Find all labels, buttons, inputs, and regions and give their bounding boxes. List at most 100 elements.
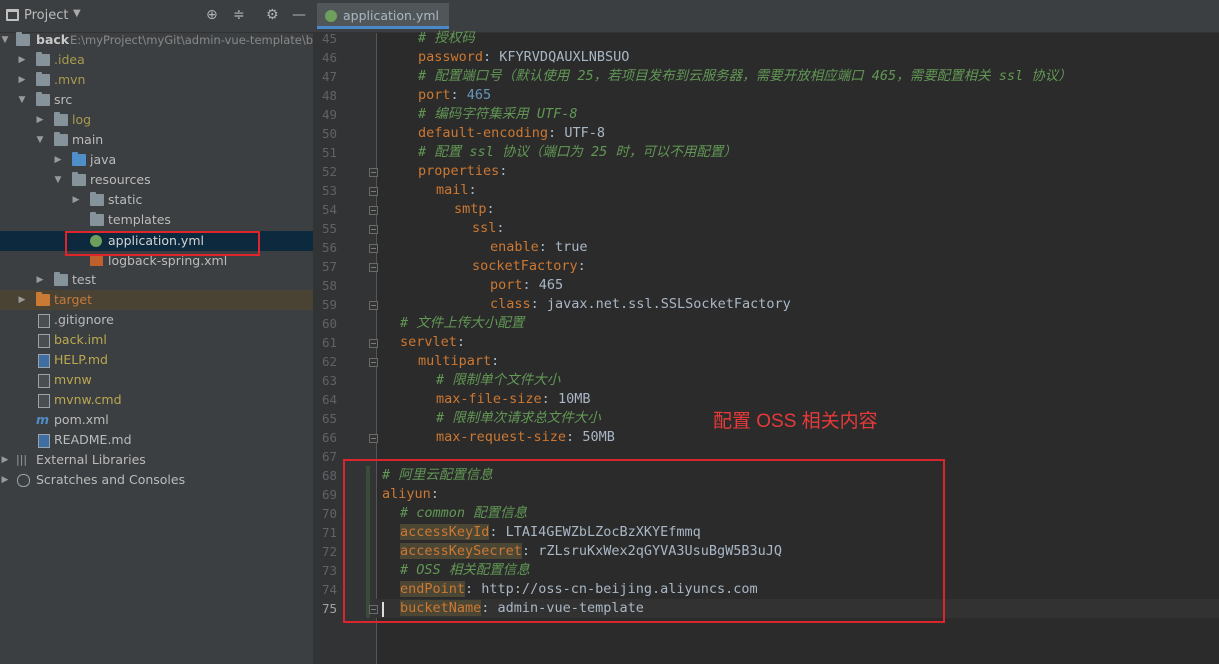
line-number: 69 <box>321 487 337 502</box>
code-line-57[interactable]: socketFactory: <box>472 257 586 276</box>
folder-icon <box>54 112 68 126</box>
tree-item-target[interactable]: ▶ target <box>0 290 313 310</box>
project-panel-title[interactable]: Project <box>24 8 68 23</box>
code-line-64[interactable]: max-file-size: 10MB <box>436 390 590 409</box>
code-line-63[interactable]: # 限制单个文件大小 <box>436 371 560 390</box>
tree-item-resources[interactable]: ▼ resources <box>0 170 313 190</box>
tree-item-scratches[interactable]: ▶ Scratches and Consoles <box>0 470 313 490</box>
code-line-47[interactable]: # 配置端口号（默认使用 25，若项目发布到云服务器，需要开放相应端口 465，… <box>418 67 1072 86</box>
code-line-50[interactable]: default-encoding: UTF-8 <box>418 124 605 143</box>
fold-marker[interactable] <box>369 206 378 215</box>
tab-label: application.yml <box>343 8 439 23</box>
chevron-down-icon[interactable]: ▼ <box>35 130 45 150</box>
gear-icon[interactable]: ⚙ <box>266 7 279 23</box>
line-number: 48 <box>321 88 337 103</box>
tree-item-label: log <box>72 112 92 127</box>
code-line-49[interactable]: # 编码字符集采用 UTF-8 <box>418 105 578 124</box>
code-line-59[interactable]: class: javax.net.ssl.SSLSocketFactory <box>490 295 791 314</box>
chevron-right-icon[interactable]: ▶ <box>0 470 10 490</box>
chevron-right-icon[interactable]: ▶ <box>71 190 81 210</box>
code-line-45[interactable]: # 授权码 <box>418 29 475 48</box>
line-number: 72 <box>321 544 337 559</box>
chevron-right-icon[interactable]: ▶ <box>17 70 27 90</box>
fold-marker[interactable] <box>369 225 378 234</box>
code-line-61[interactable]: servlet: <box>400 333 465 352</box>
tree-item-mvn[interactable]: ▶ .mvn <box>0 70 313 90</box>
line-number: 58 <box>321 278 337 293</box>
tree-item-src[interactable]: ▼ src <box>0 90 313 110</box>
tree-item-help-md[interactable]: HELP.md <box>0 350 313 370</box>
fold-marker[interactable] <box>369 263 378 272</box>
code-line-62[interactable]: multipart: <box>418 352 499 371</box>
fold-marker[interactable] <box>369 301 378 310</box>
tree-item-static[interactable]: ▶ static <box>0 190 313 210</box>
tree-item-label: back <box>36 32 70 47</box>
tree-item-java[interactable]: ▶ java <box>0 150 313 170</box>
code-line-56[interactable]: enable: true <box>490 238 588 257</box>
tab-application-yml[interactable]: application.yml <box>317 3 449 29</box>
fold-marker[interactable] <box>369 168 378 177</box>
fold-marker[interactable] <box>369 187 378 196</box>
yaml-value: 465 <box>538 277 564 293</box>
line-number: 63 <box>321 373 337 388</box>
code-line-48[interactable]: port: 465 <box>418 86 491 105</box>
tree-item-log[interactable]: ▶ log <box>0 110 313 130</box>
crosshair-icon[interactable]: ⊕ <box>206 7 218 23</box>
tree-item-main[interactable]: ▼ main <box>0 130 313 150</box>
xml-file-icon <box>90 255 103 266</box>
yaml-key: properties <box>418 163 500 179</box>
chevron-right-icon[interactable]: ▶ <box>0 450 10 470</box>
code-line-65[interactable]: # 限制单次请求总文件大小 <box>436 409 601 428</box>
chevron-right-icon[interactable]: ▶ <box>35 270 45 290</box>
code-line-46[interactable]: password: KFYRVDQAUXLNBSUO <box>418 48 629 67</box>
tree-item-label: templates <box>108 212 171 227</box>
tree-item-templates[interactable]: templates <box>0 210 313 230</box>
line-number: 59 <box>321 297 337 312</box>
code-line-53[interactable]: mail: <box>436 181 477 200</box>
tree-item-gitignore[interactable]: .gitignore <box>0 310 313 330</box>
chevron-down-icon[interactable]: ▼ <box>53 170 63 190</box>
tree-item-mvnw-cmd[interactable]: mvnw.cmd <box>0 390 313 410</box>
yaml-value: 50MB <box>582 429 615 445</box>
chevron-right-icon[interactable]: ▶ <box>35 110 45 130</box>
chevron-down-icon[interactable]: ▼ <box>17 90 27 110</box>
tree-item-readme-md[interactable]: README.md <box>0 430 313 450</box>
tree-item-mvnw[interactable]: mvnw <box>0 370 313 390</box>
chevron-down-icon[interactable]: ▼ <box>73 8 81 19</box>
yaml-value: 10MB <box>557 391 591 407</box>
chevron-down-icon[interactable]: ▼ <box>0 30 10 50</box>
chevron-right-icon[interactable]: ▶ <box>17 290 27 310</box>
tree-item-back-iml[interactable]: back.iml <box>0 330 313 350</box>
fold-marker[interactable] <box>369 358 378 367</box>
tree-item-external-libraries[interactable]: ▶ ||| External Libraries <box>0 450 313 470</box>
folder-icon <box>16 32 30 46</box>
fold-marker[interactable] <box>369 434 378 443</box>
code-line-54[interactable]: smtp: <box>454 200 495 219</box>
resources-folder-icon <box>72 172 86 186</box>
code-line-60[interactable]: # 文件上传大小配置 <box>400 314 524 333</box>
tree-item-label: mvnw <box>54 372 92 387</box>
tree-item-test[interactable]: ▶ test <box>0 270 313 290</box>
tree-item-back[interactable]: ▼ back E:\myProject\myGit\admin-vue-temp… <box>0 30 313 50</box>
tree-item-label: target <box>54 292 93 307</box>
code-line-55[interactable]: ssl: <box>472 219 505 238</box>
collapse-icon[interactable]: ≑ <box>233 7 245 23</box>
tree-item-pom-xml[interactable]: m pom.xml <box>0 410 313 430</box>
yaml-value: 465 <box>466 87 492 103</box>
fold-marker[interactable] <box>369 244 378 253</box>
chevron-right-icon[interactable]: ▶ <box>17 50 27 70</box>
line-number: 64 <box>321 392 337 407</box>
line-number: 68 <box>321 468 337 483</box>
line-number: 71 <box>321 525 337 540</box>
code-line-66[interactable]: max-request-size: 50MB <box>436 428 615 447</box>
yaml-value: UTF-8 <box>564 125 605 141</box>
code-line-58[interactable]: port: 465 <box>490 276 563 295</box>
folder-icon <box>90 212 104 226</box>
minimize-icon[interactable]: — <box>292 7 306 23</box>
code-line-51[interactable]: # 配置 ssl 协议（端口为 25 时，可以不用配置） <box>418 143 737 162</box>
fold-marker[interactable] <box>369 339 378 348</box>
file-icon <box>38 394 50 408</box>
chevron-right-icon[interactable]: ▶ <box>53 150 63 170</box>
tree-item-idea[interactable]: ▶ .idea <box>0 50 313 70</box>
code-line-52[interactable]: properties: <box>418 162 507 181</box>
